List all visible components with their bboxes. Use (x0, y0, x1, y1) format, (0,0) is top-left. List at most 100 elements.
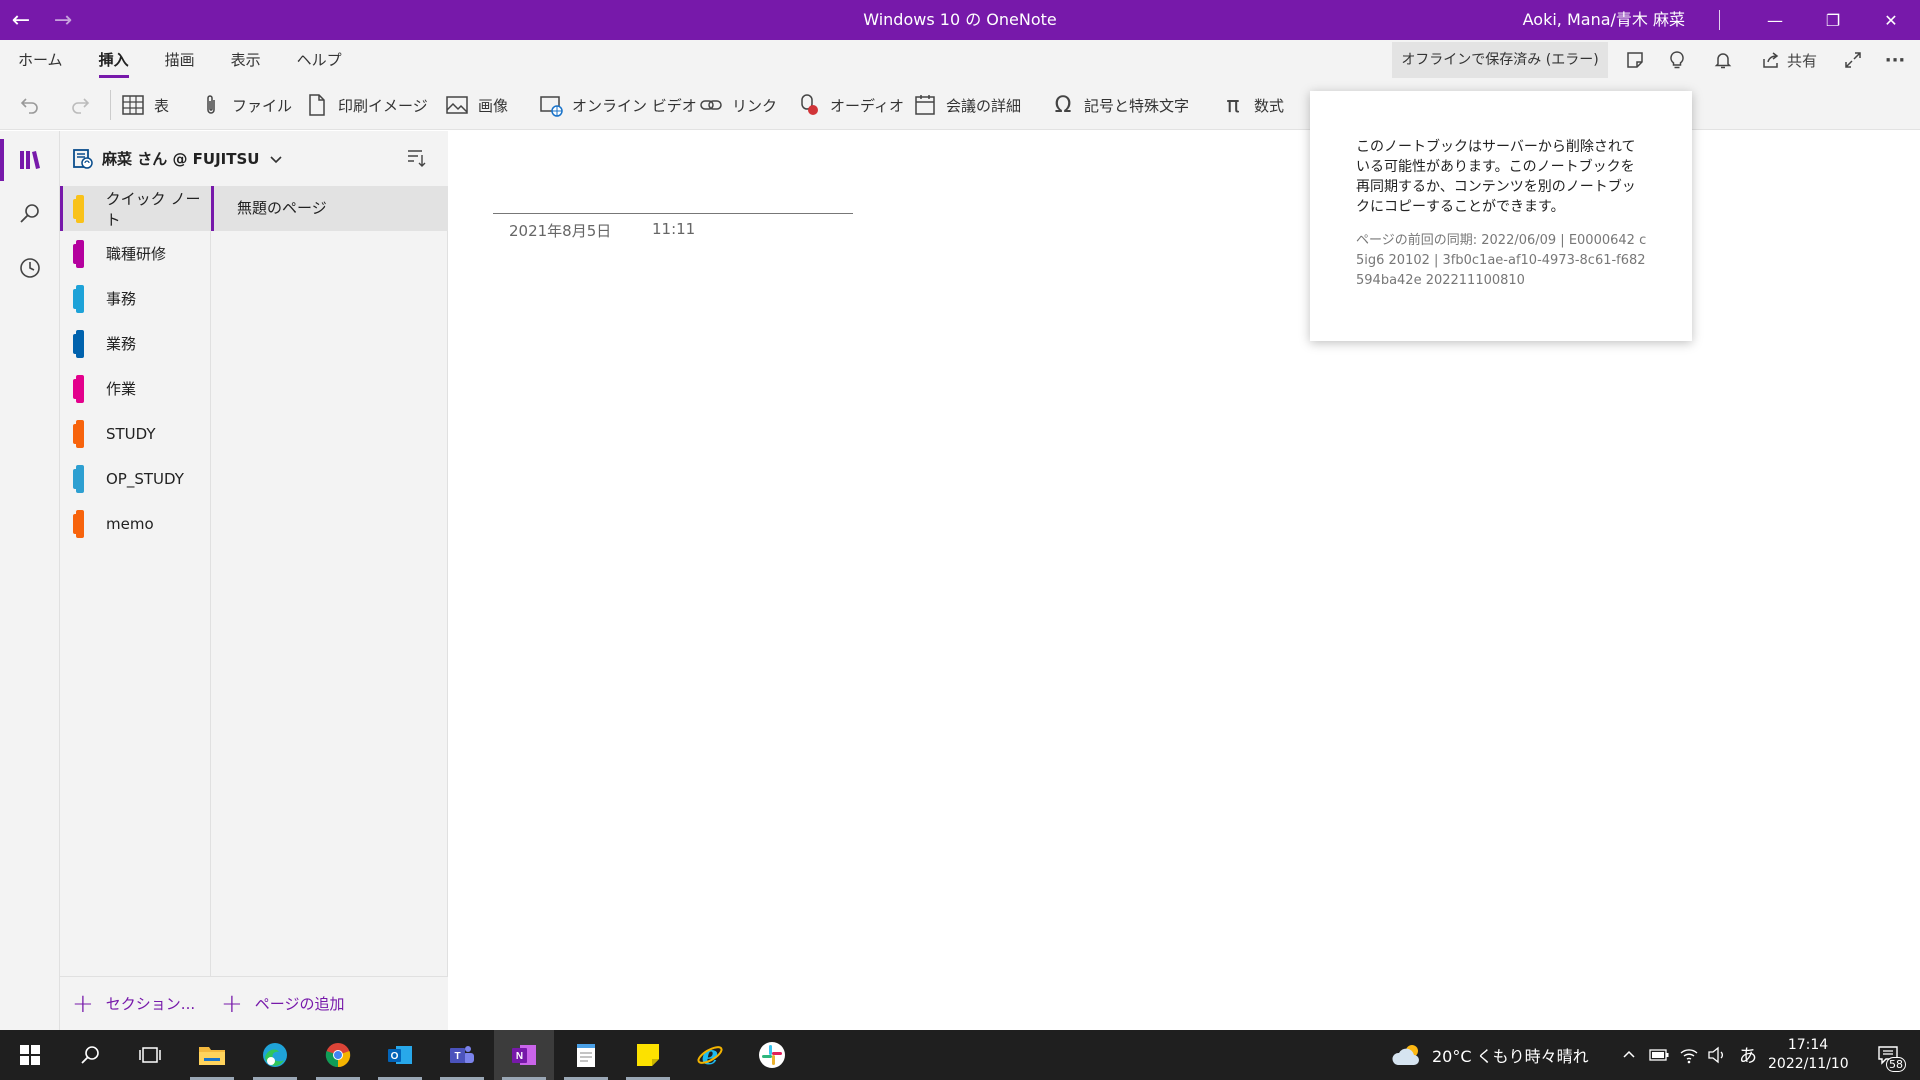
insert-link-label: リンク (732, 96, 778, 115)
slack-button[interactable] (742, 1030, 802, 1080)
insert-table-button[interactable]: 表 (120, 80, 169, 130)
sync-status-button[interactable]: オフラインで保存済み (エラー) (1392, 42, 1608, 78)
sort-icon[interactable] (405, 147, 427, 169)
forward-button[interactable]: → (42, 0, 84, 40)
document-icon (304, 92, 330, 118)
folder-icon (199, 1047, 225, 1065)
back-button[interactable]: ← (0, 0, 42, 40)
tab-insert[interactable]: 挿入 (81, 40, 147, 80)
battery-icon[interactable] (1646, 1030, 1672, 1080)
section-item[interactable]: OP_STUDY (60, 456, 211, 501)
notebooks-button[interactable] (0, 133, 60, 187)
add-page-button[interactable]: + ページの追加 (211, 976, 448, 1030)
tab-view[interactable]: 表示 (213, 40, 279, 80)
title-bar: ← → Windows 10 の OneNote Aoki, Mana/青木 麻… (0, 0, 1920, 40)
ime-indicator[interactable]: あ (1734, 1030, 1762, 1080)
search-button[interactable] (0, 187, 60, 241)
edge-browser-button[interactable] (245, 1030, 305, 1080)
section-item[interactable]: クイック ノート (60, 186, 211, 231)
undo-icon (20, 98, 38, 114)
calendar-icon (912, 92, 938, 118)
tab-home[interactable]: ホーム (0, 40, 81, 80)
section-tab-color (73, 419, 84, 448)
share-label: 共有 (1786, 51, 1817, 70)
more-options-button[interactable]: ··· (1880, 44, 1910, 76)
meeting-details-button[interactable]: 会議の詳細 (912, 80, 1021, 130)
section-label: 事務 (106, 290, 137, 308)
network-icon[interactable] (1676, 1030, 1702, 1080)
tab-help[interactable]: ヘルプ (279, 40, 360, 80)
close-button[interactable]: ✕ (1862, 0, 1920, 40)
plus-icon: + (72, 988, 94, 1019)
toolbar-divider (110, 90, 111, 120)
chrome-browser-button[interactable] (308, 1030, 368, 1080)
windows-logo-icon (20, 1045, 40, 1065)
insert-online-video-button[interactable]: オンライン ビデオ (538, 80, 697, 130)
taskbar-clock[interactable]: 17:14 2022/11/10 (1768, 1036, 1849, 1074)
restore-button[interactable]: ❐ (1804, 0, 1862, 40)
outlook-button[interactable]: O (370, 1030, 430, 1080)
taskbar: O T N e 20°C くもり時々晴れ あ 17:14 2022/11/10 … (0, 1030, 1920, 1080)
link-icon (698, 92, 724, 118)
navigation-rail (0, 131, 60, 1030)
section-tab-color (73, 284, 84, 313)
clock-date: 2022/11/10 (1768, 1056, 1849, 1072)
minimize-button[interactable]: — (1746, 0, 1804, 40)
volume-icon[interactable] (1704, 1030, 1730, 1080)
onenote-button[interactable]: N (494, 1030, 554, 1080)
share-icon (1763, 52, 1779, 68)
teams-button[interactable]: T (432, 1030, 492, 1080)
sync-error-detail: ページの前回の同期: 2022/06/09 | E0000642 c5ig6 2… (1356, 233, 1647, 288)
insert-audio-button[interactable]: オーディオ (796, 80, 904, 130)
start-button[interactable] (0, 1030, 60, 1080)
internet-explorer-button[interactable]: e (680, 1030, 740, 1080)
table-icon (120, 92, 146, 118)
paperclip-icon (198, 92, 224, 118)
page-item[interactable]: 無題のページ (211, 186, 448, 231)
chevron-down-icon[interactable] (269, 152, 283, 166)
notebook-name[interactable]: 麻菜 さん @ FUJITSU (102, 148, 259, 169)
notepad-button[interactable] (556, 1030, 616, 1080)
back-arrow-icon: ← (11, 7, 31, 33)
redo-icon (72, 98, 90, 114)
add-section-button[interactable]: + セクション... (60, 976, 211, 1030)
page-sticky-icon[interactable] (1620, 44, 1650, 76)
insert-link-button[interactable]: リンク (698, 80, 777, 130)
insert-picture-button[interactable]: 画像 (444, 80, 508, 130)
section-tab-color (73, 374, 84, 403)
restore-icon: ❐ (1825, 10, 1841, 30)
search-icon (81, 1046, 99, 1064)
close-icon: ✕ (1884, 10, 1898, 30)
redo-button[interactable] (68, 80, 92, 130)
undo-button[interactable] (18, 80, 42, 130)
insert-symbol-button[interactable]: Ω 記号と特殊文字 (1050, 80, 1189, 130)
section-item[interactable]: 事務 (60, 276, 211, 321)
insert-printout-button[interactable]: 印刷イメージ (304, 80, 428, 130)
bell-icon[interactable] (1708, 44, 1738, 76)
recent-notes-button[interactable] (0, 241, 60, 295)
teams-icon: T (450, 1046, 474, 1063)
section-item[interactable]: memo (60, 501, 211, 546)
taskbar-search-button[interactable] (60, 1030, 120, 1080)
task-view-button[interactable] (120, 1030, 180, 1080)
tab-draw[interactable]: 描画 (147, 40, 213, 80)
lightbulb-icon[interactable] (1662, 44, 1692, 76)
file-explorer-button[interactable] (182, 1030, 242, 1080)
user-account[interactable]: Aoki, Mana/青木 麻菜 (1523, 0, 1685, 40)
section-item[interactable]: 職種研修 (60, 231, 211, 276)
weather-widget[interactable]: 20°C くもり時々晴れ (1392, 1030, 1589, 1080)
section-tab-color (73, 239, 84, 268)
action-center-button[interactable]: 58 (1866, 1030, 1910, 1080)
section-item[interactable]: 作業 (60, 366, 211, 411)
section-item[interactable]: STUDY (60, 411, 211, 456)
insert-equation-button[interactable]: π 数式 (1220, 80, 1284, 130)
fullscreen-icon[interactable] (1838, 44, 1868, 76)
share-button[interactable]: 共有 (1754, 44, 1824, 76)
page-canvas[interactable] (448, 131, 1920, 1030)
insert-file-button[interactable]: ファイル (198, 80, 292, 130)
show-hidden-icons-button[interactable] (1618, 1030, 1640, 1080)
sticky-notes-button[interactable] (618, 1030, 678, 1080)
sticky-note-icon (637, 1044, 659, 1066)
section-item[interactable]: 業務 (60, 321, 211, 366)
notebooks-icon (20, 151, 40, 169)
